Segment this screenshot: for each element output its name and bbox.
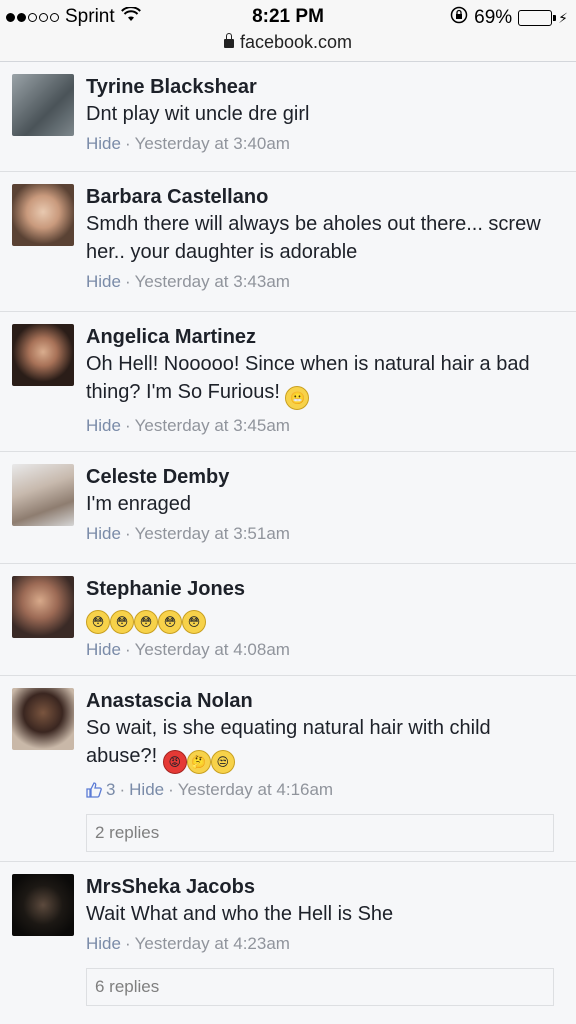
commenter-name[interactable]: Tyrine Blackshear	[86, 74, 566, 100]
commenter-name[interactable]: Stephanie Jones	[86, 576, 566, 602]
separator: ·	[124, 524, 131, 543]
like-count[interactable]: 3	[106, 780, 115, 800]
comment-text: Wait What and who the Hell is She	[86, 903, 394, 925]
url-text: facebook.com	[239, 32, 353, 52]
hide-link[interactable]: Hide	[129, 780, 164, 800]
view-replies-button[interactable]: 2 replies	[86, 814, 554, 852]
separator: ·	[124, 934, 131, 953]
battery-icon	[518, 10, 557, 26]
comment-text: So wait, is she equating natural hair wi…	[86, 714, 566, 774]
url-bar[interactable]: facebook.com	[0, 32, 576, 53]
timestamp[interactable]: Yesterday at 3:40am	[135, 134, 290, 154]
timestamp[interactable]: Yesterday at 3:45am	[135, 416, 290, 436]
charging-icon: ⚡	[558, 9, 568, 26]
comment-meta: Hide · Yesterday at 3:51am	[86, 524, 566, 544]
angry-face-emoji: 😡	[162, 750, 187, 774]
timestamp[interactable]: Yesterday at 3:51am	[135, 524, 290, 544]
separator: ·	[124, 640, 131, 659]
flushed-face-emoji: 😳	[158, 610, 182, 634]
comment-meta: Hide · Yesterday at 4:23am	[86, 934, 566, 954]
hide-link[interactable]: Hide	[86, 524, 121, 544]
avatar[interactable]	[12, 74, 74, 136]
comment-text: Dnt play wit uncle dre girl	[86, 103, 310, 125]
comment-text: Smdh there will always be aholes out the…	[86, 213, 541, 263]
comment-emojis: 😳 😳 😳 😳 😳	[86, 602, 566, 634]
like-icon[interactable]	[86, 782, 102, 798]
flushed-face-emoji: 😳	[86, 610, 110, 634]
grimacing-face-emoji: 😬	[285, 386, 310, 410]
comment-text: Oh Hell! Nooooo! Since when is natural h…	[86, 350, 566, 410]
comment: Tyrine Blackshear Dnt play wit uncle dre…	[0, 62, 576, 172]
comment: Angelica Martinez Oh Hell! Nooooo! Since…	[0, 312, 576, 452]
comment-meta: Hide · Yesterday at 4:08am	[86, 640, 566, 660]
timestamp[interactable]: Yesterday at 4:08am	[135, 640, 290, 660]
avatar[interactable]	[12, 464, 74, 526]
thinking-face-emoji: 🤔	[186, 750, 211, 774]
commenter-name[interactable]: Angelica Martinez	[86, 324, 566, 350]
comment-text-body: So wait, is she equating natural hair wi…	[86, 717, 491, 767]
orientation-lock-icon	[450, 6, 468, 30]
commenter-name[interactable]: MrsSheka Jacobs	[86, 874, 566, 900]
comment: Anastascia Nolan So wait, is she equatin…	[0, 676, 576, 862]
hide-link[interactable]: Hide	[86, 272, 121, 292]
separator: ·	[124, 416, 131, 435]
lock-icon	[223, 33, 234, 48]
separator: ·	[124, 134, 131, 153]
avatar[interactable]	[12, 184, 74, 246]
avatar[interactable]	[12, 576, 74, 638]
comment: Celeste Demby I'm enraged Hide · Yesterd…	[0, 452, 576, 564]
timestamp[interactable]: Yesterday at 3:43am	[135, 272, 290, 292]
view-replies-button[interactable]: 6 replies	[86, 968, 554, 1006]
battery-percent: 69%	[474, 7, 513, 28]
comment-meta: Hide · Yesterday at 3:45am	[86, 416, 566, 436]
comment-meta: Hide · Yesterday at 3:40am	[86, 134, 566, 154]
timestamp[interactable]: Yesterday at 4:16am	[178, 780, 333, 800]
hide-link[interactable]: Hide	[86, 934, 121, 954]
flushed-face-emoji: 😳	[182, 610, 206, 634]
separator: ·	[119, 780, 126, 799]
hide-link[interactable]: Hide	[86, 134, 121, 154]
comment: Stephanie Jones 😳 😳 😳 😳 😳 Hide · Yesterday a…	[0, 564, 576, 676]
unamused-face-emoji: 😒	[210, 750, 235, 774]
commenter-name[interactable]: Anastascia Nolan	[86, 688, 566, 714]
avatar[interactable]	[12, 324, 74, 386]
avatar[interactable]	[12, 688, 74, 750]
comment: MrsSheka Jacobs Wait What and who the He…	[0, 862, 576, 1022]
separator: ·	[168, 780, 174, 799]
status-bar: Sprint 8:21 PM 69% ⚡ facebook.com	[0, 0, 576, 62]
avatar[interactable]	[12, 874, 74, 936]
separator: ·	[124, 272, 131, 291]
flushed-face-emoji: 😳	[134, 610, 158, 634]
comment: Barbara Castellano Smdh there will alway…	[0, 172, 576, 312]
hide-link[interactable]: Hide	[86, 416, 121, 436]
comment-text: I'm enraged	[86, 493, 191, 515]
comment-meta: 3 · Hide · Yesterday at 4:16am	[86, 780, 566, 800]
timestamp[interactable]: Yesterday at 4:23am	[135, 934, 290, 954]
hide-link[interactable]: Hide	[86, 640, 121, 660]
commenter-name[interactable]: Celeste Demby	[86, 464, 566, 490]
comment-meta: Hide · Yesterday at 3:43am	[86, 272, 566, 292]
commenter-name[interactable]: Barbara Castellano	[86, 184, 566, 210]
battery-status: 69% ⚡	[450, 6, 568, 30]
flushed-face-emoji: 😳	[110, 610, 134, 634]
